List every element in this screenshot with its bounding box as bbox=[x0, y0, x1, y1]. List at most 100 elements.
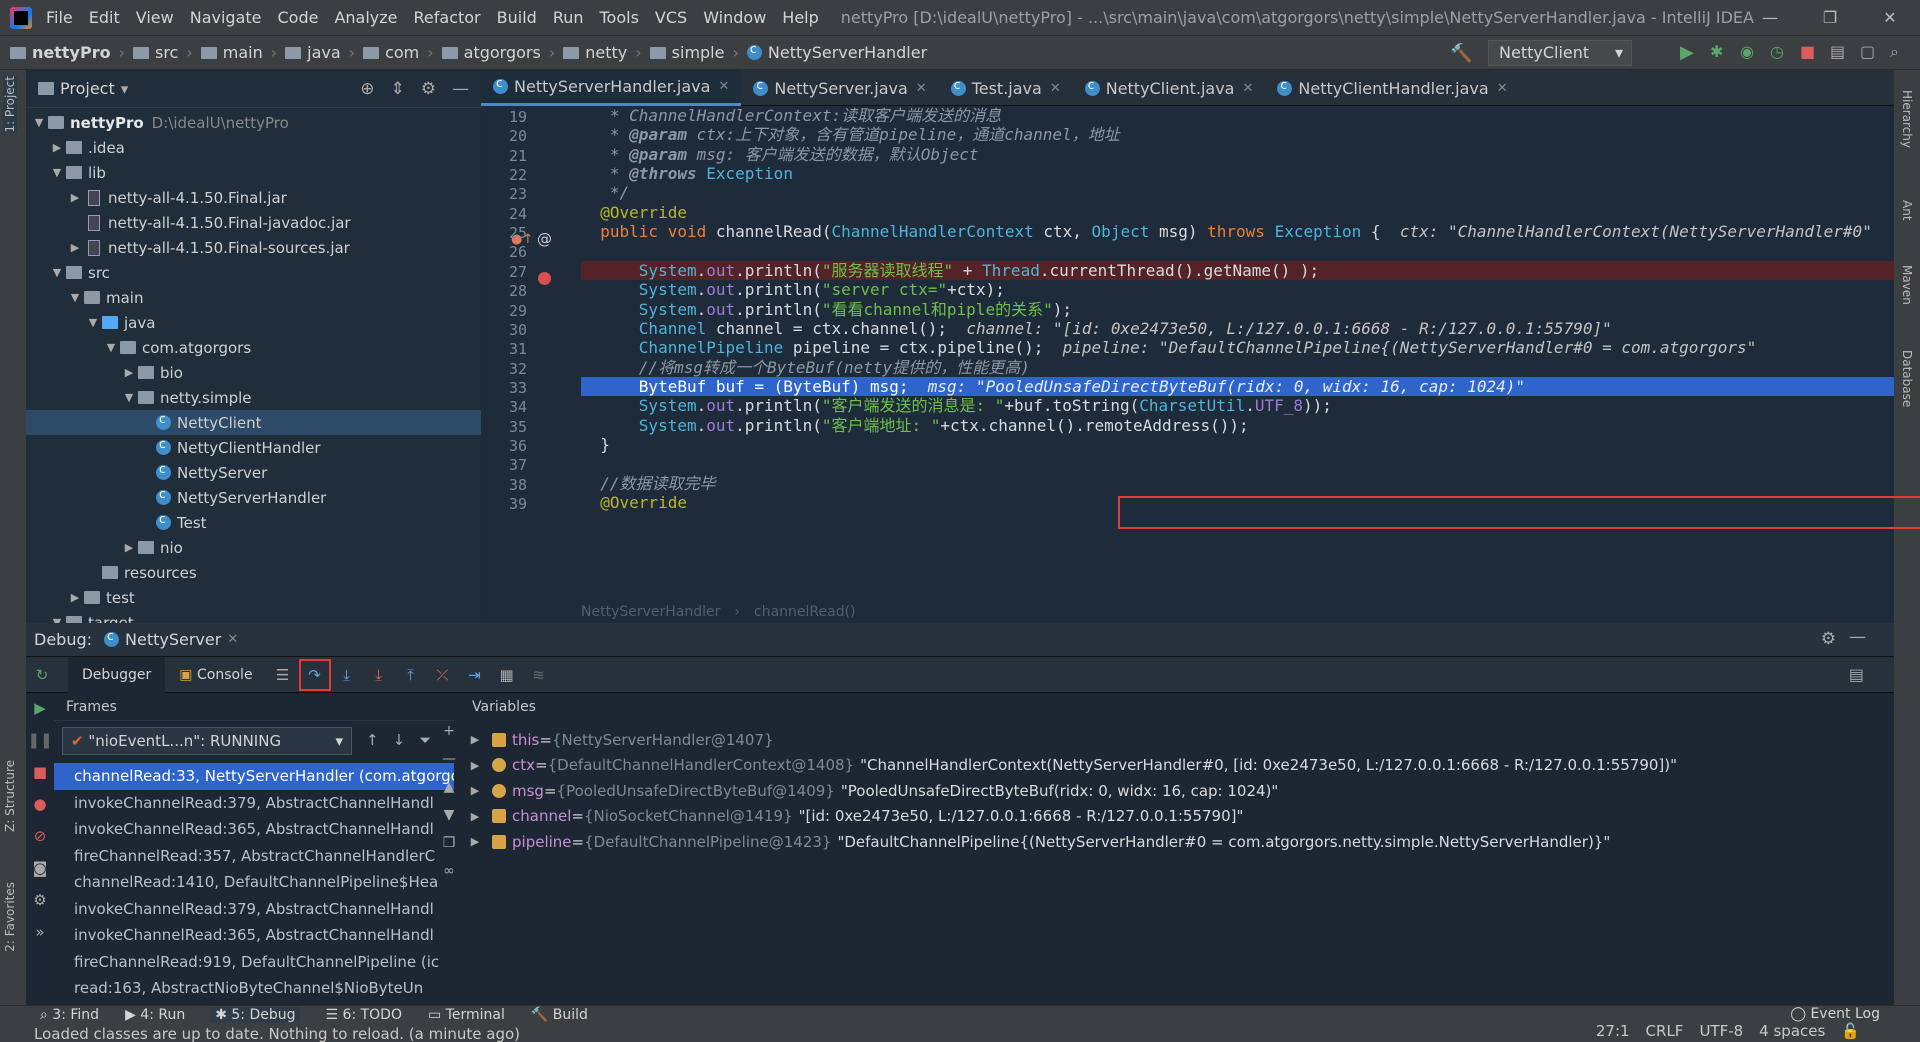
breadcrumb-item[interactable]: netty › bbox=[563, 43, 649, 62]
chevron-right-icon[interactable]: ▶ bbox=[120, 541, 138, 554]
maven-tool-tab[interactable]: Maven bbox=[1900, 265, 1914, 305]
chevron-down-icon[interactable]: ▼ bbox=[120, 391, 138, 404]
editor-tab[interactable]: NettyServer.java ✕ bbox=[741, 70, 938, 106]
editor-breadcrumb-class[interactable]: NettyServerHandler bbox=[581, 604, 720, 620]
breadcrumb-item[interactable]: atgorgors › bbox=[441, 43, 564, 62]
tree-node[interactable]: resources bbox=[26, 560, 481, 585]
arrow-down-icon[interactable]: ↓ bbox=[393, 731, 406, 749]
variable-row[interactable]: ▶ this = {NettyServerHandler@1407} bbox=[466, 727, 1894, 753]
tree-node[interactable]: ▶ netty-all-4.1.50.Final-sources.jar bbox=[26, 235, 481, 260]
menu-help[interactable]: Help bbox=[782, 8, 818, 27]
code-line[interactable]: Channel channel = ctx.channel(); channel… bbox=[581, 319, 1894, 338]
menu-edit[interactable]: Edit bbox=[89, 8, 120, 27]
tree-node[interactable]: ▼ netty.simple bbox=[26, 385, 481, 410]
menu-refactor[interactable]: Refactor bbox=[414, 8, 481, 27]
stack-frame[interactable]: channelRead:1410, DefaultChannelPipeline… bbox=[54, 869, 454, 896]
chevron-down-icon[interactable]: ▼ bbox=[48, 266, 66, 279]
variable-row[interactable]: ▶ ctx = {DefaultChannelHandlerContext@140… bbox=[466, 753, 1894, 779]
chevron-right-icon[interactable]: ▶ bbox=[466, 759, 484, 772]
hierarchy-tool-tab[interactable]: Hierarchy bbox=[1900, 90, 1914, 148]
run-to-cursor-icon[interactable]: ⇥ bbox=[464, 664, 486, 686]
thread-select[interactable]: ✔ "nioEventL...n": RUNNING ▾ bbox=[62, 727, 352, 755]
close-icon[interactable]: ✕ bbox=[1050, 81, 1061, 96]
code-line[interactable]: public void channelRead(ChannelHandlerCo… bbox=[581, 222, 1894, 241]
add-watch-icon[interactable]: + bbox=[443, 723, 455, 739]
tree-node[interactable]: ▼ src bbox=[26, 260, 481, 285]
ant-tool-tab[interactable]: Ant bbox=[1900, 200, 1914, 221]
tree-node[interactable]: ▼ main bbox=[26, 285, 481, 310]
trace-icon[interactable]: ≋ bbox=[528, 664, 550, 686]
breadcrumb-item[interactable]: main › bbox=[200, 43, 285, 62]
evaluate-expression-icon[interactable]: ▦ bbox=[496, 664, 518, 686]
stack-frame[interactable]: fireChannelRead:919, DefaultChannelPipel… bbox=[54, 949, 454, 976]
search-icon[interactable]: ⌕ bbox=[1890, 42, 1910, 62]
chevron-down-icon[interactable]: ▼ bbox=[84, 316, 102, 329]
tree-node[interactable]: netty-all-4.1.50.Final-javadoc.jar bbox=[26, 210, 481, 235]
tool-window-button[interactable]: ▭ Terminal bbox=[428, 1007, 505, 1023]
run-configuration-select[interactable]: NettyClient ▾ bbox=[1488, 40, 1632, 66]
chevron-right-icon[interactable]: ▶ bbox=[66, 591, 84, 604]
copy-icon[interactable]: ❐ bbox=[443, 835, 456, 851]
variable-row[interactable]: ▶ msg = {PooledUnsafeDirectByteBuf@1409} "… bbox=[466, 778, 1894, 804]
chevron-right-icon[interactable]: ▶ bbox=[66, 241, 84, 254]
code-line[interactable]: } bbox=[581, 435, 1894, 454]
line-separator[interactable]: CRLF bbox=[1646, 1022, 1684, 1040]
resume-icon[interactable]: ▶ bbox=[34, 699, 46, 717]
menu-vcs[interactable]: VCS bbox=[655, 8, 687, 27]
gear-icon[interactable]: ⚙ bbox=[33, 891, 46, 909]
chevron-right-icon[interactable]: ▶ bbox=[466, 784, 484, 797]
tree-node[interactable]: ▶ bio bbox=[26, 360, 481, 385]
code-line[interactable] bbox=[581, 241, 1894, 260]
menu-navigate[interactable]: Navigate bbox=[190, 8, 262, 27]
restore-icon[interactable]: ❐ bbox=[1800, 0, 1860, 36]
favorites-tool-tab[interactable]: 2: Favorites bbox=[3, 882, 17, 952]
menu-file[interactable]: File bbox=[46, 8, 73, 27]
variable-row[interactable]: ▶ pipeline = {DefaultChannelPipeline@1423… bbox=[466, 829, 1894, 855]
code-line[interactable]: System.out.println("客户端发送的消息是: "+buf.toS… bbox=[581, 396, 1894, 415]
breadcrumb-item[interactable]: src › bbox=[132, 43, 201, 62]
file-encoding[interactable]: UTF-8 bbox=[1699, 1022, 1743, 1040]
tree-node[interactable]: ▶ netty-all-4.1.50.Final.jar bbox=[26, 185, 481, 210]
drop-frame-icon[interactable]: ⤫ bbox=[432, 664, 454, 686]
structure-tool-tab[interactable]: Z: Structure bbox=[3, 760, 17, 832]
close-icon[interactable]: ✕ bbox=[1860, 0, 1920, 36]
tree-node[interactable]: NettyClientHandler bbox=[26, 435, 481, 460]
run-icon[interactable]: ▶ bbox=[1680, 42, 1700, 63]
menu-build[interactable]: Build bbox=[497, 8, 537, 27]
code-line[interactable]: * ChannelHandlerContext:读取客户端发送的消息 bbox=[581, 106, 1894, 125]
tree-node[interactable]: NettyClient bbox=[26, 410, 481, 435]
stack-frame[interactable]: fireChannelRead:357, AbstractChannelHand… bbox=[54, 843, 454, 870]
chevron-down-icon[interactable]: ▼ bbox=[66, 291, 84, 304]
code-line[interactable]: * @throws Exception bbox=[581, 164, 1894, 183]
close-icon[interactable]: ✕ bbox=[1242, 81, 1253, 96]
stack-frame[interactable]: channelRead:33, NettyServerHandler (com.… bbox=[54, 763, 454, 790]
tree-node[interactable]: NettyServer bbox=[26, 460, 481, 485]
arrow-up-icon[interactable]: ▲ bbox=[444, 779, 455, 795]
collapse-all-icon[interactable]: ⇕ bbox=[391, 79, 405, 99]
code-line[interactable]: System.out.println("客户端地址: "+ctx.channel… bbox=[581, 416, 1894, 435]
step-over-icon[interactable]: ↷ bbox=[298, 658, 331, 691]
camera-icon[interactable]: ◙ bbox=[33, 859, 48, 877]
more-icon[interactable]: » bbox=[35, 923, 44, 941]
tree-node[interactable]: ▶ .idea bbox=[26, 135, 481, 160]
code-line[interactable]: System.out.println("看看channel和piple的关系")… bbox=[581, 300, 1894, 319]
project-structure-icon[interactable]: ▤ bbox=[1830, 42, 1850, 62]
chevron-right-icon[interactable]: ▶ bbox=[466, 835, 484, 848]
close-icon[interactable]: ✕ bbox=[227, 632, 238, 647]
editor-tab[interactable]: NettyClientHandler.java ✕ bbox=[1265, 70, 1519, 106]
code-line[interactable]: @Override bbox=[581, 203, 1894, 222]
breadcrumb-item[interactable]: com › bbox=[363, 43, 442, 62]
tool-window-button[interactable]: ▶ 4: Run bbox=[125, 1007, 185, 1023]
code-area[interactable]: * ChannelHandlerContext:读取客户端发送的消息 * @pa… bbox=[581, 106, 1894, 623]
tree-node[interactable]: Test bbox=[26, 510, 481, 535]
close-icon[interactable]: ✕ bbox=[718, 79, 729, 94]
menu-code[interactable]: Code bbox=[278, 8, 319, 27]
menu-tools[interactable]: Tools bbox=[600, 8, 639, 27]
hide-icon[interactable]: — bbox=[1849, 627, 1866, 647]
arrow-up-icon[interactable]: ↑ bbox=[366, 731, 379, 749]
remove-watch-icon[interactable]: — bbox=[442, 751, 456, 767]
code-line[interactable]: ChannelPipeline pipeline = ctx.pipeline(… bbox=[581, 338, 1894, 357]
code-line[interactable]: System.out.println("server ctx="+ctx); bbox=[581, 280, 1894, 299]
breadcrumb-item[interactable]: NettyServerHandler bbox=[746, 42, 927, 62]
gear-icon[interactable]: ⚙ bbox=[421, 79, 436, 99]
